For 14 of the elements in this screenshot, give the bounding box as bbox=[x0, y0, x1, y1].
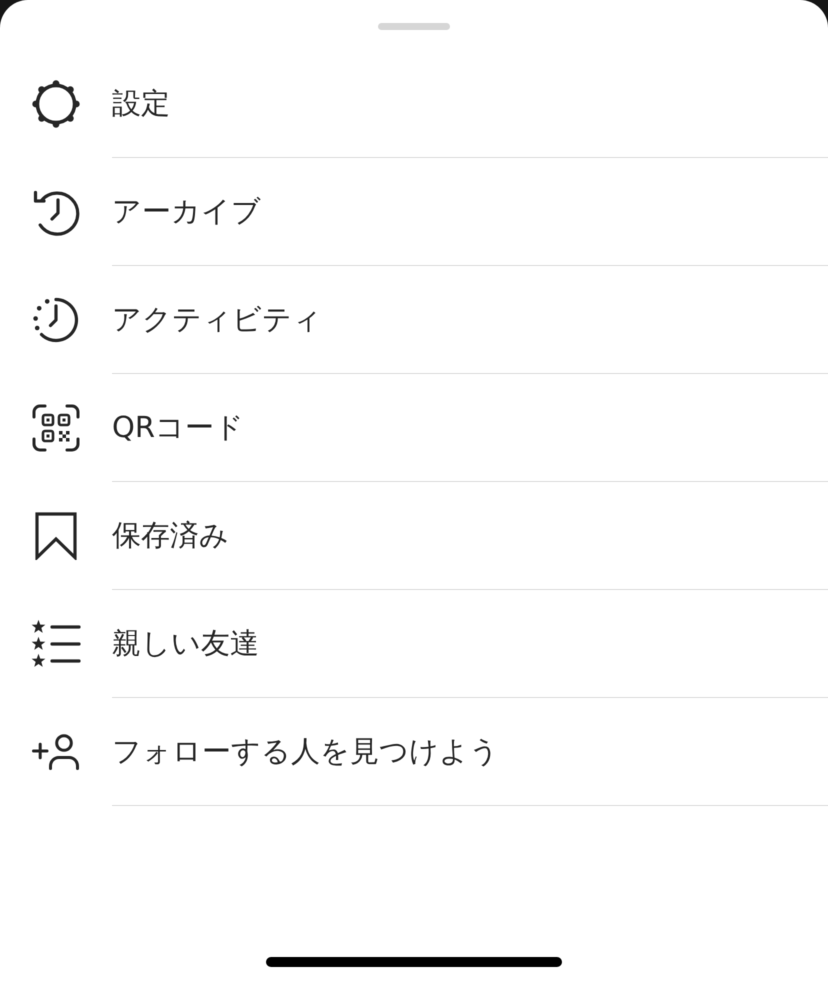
star-list-icon bbox=[31, 620, 81, 668]
menu-item[interactable]: QRコード bbox=[0, 374, 828, 481]
bookmark-icon bbox=[35, 512, 77, 560]
dotted-clock-icon bbox=[32, 296, 80, 344]
add-person-icon bbox=[32, 734, 80, 770]
settings-icon bbox=[32, 80, 80, 128]
menu-item[interactable]: 保存済み bbox=[0, 482, 828, 589]
menu-item[interactable]: フォローする人を見つけよう bbox=[0, 698, 828, 805]
menu-item[interactable]: 親しい友達 bbox=[0, 590, 828, 697]
qr-code-icon bbox=[32, 404, 80, 452]
menu-item[interactable]: アーカイブ bbox=[0, 158, 828, 265]
menu-item[interactable]: アクティビティ bbox=[0, 266, 828, 373]
menu-item[interactable]: 設定 bbox=[0, 50, 828, 157]
drag-handle[interactable] bbox=[378, 23, 450, 30]
